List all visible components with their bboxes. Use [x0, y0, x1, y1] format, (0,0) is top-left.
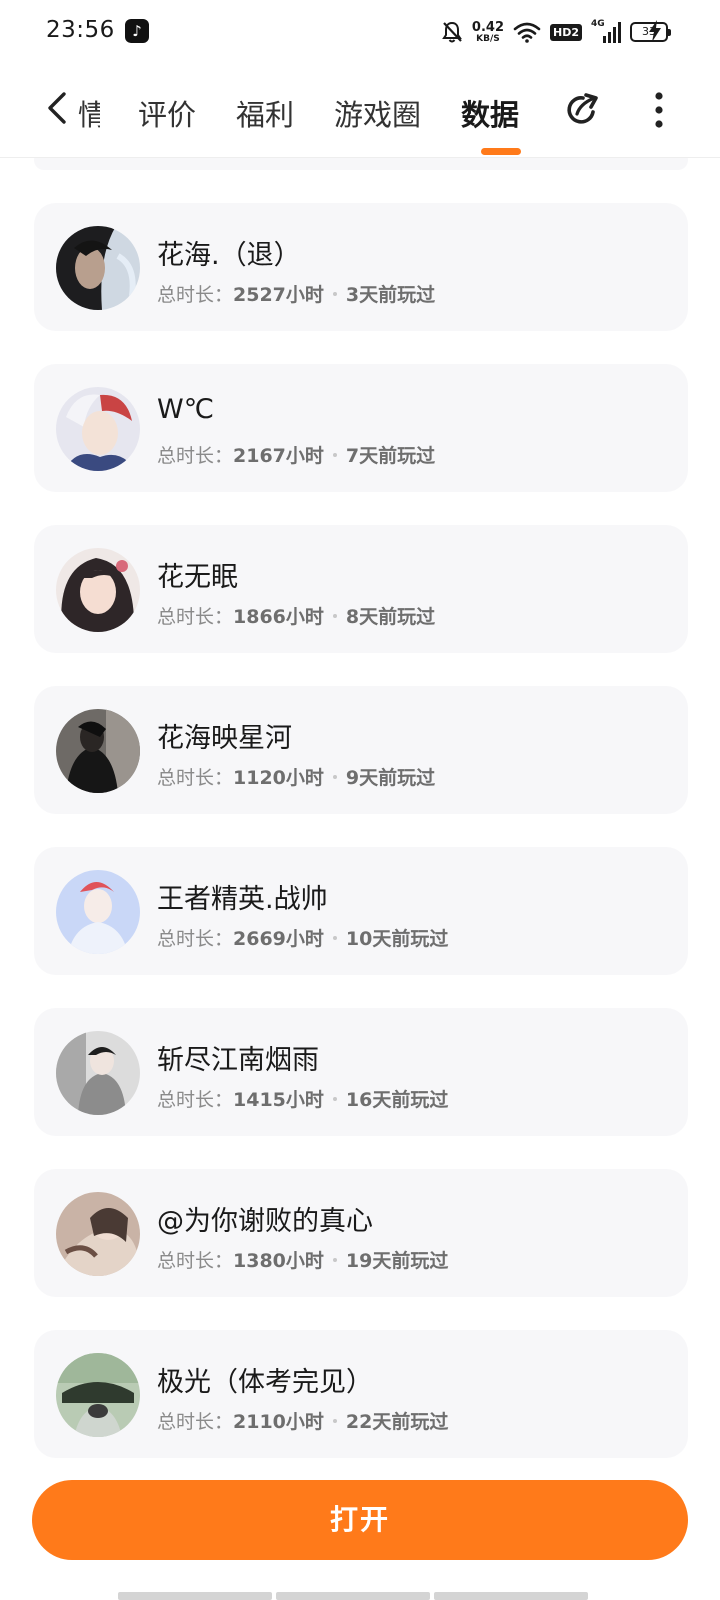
- player-name: 花海映星河: [157, 723, 292, 754]
- separator-dot: [332, 774, 337, 779]
- wifi-icon: [513, 22, 541, 43]
- network-speed-unit: KB/S: [476, 33, 500, 44]
- separator-dot: [332, 291, 337, 296]
- player-name: W℃: [157, 394, 215, 425]
- list-item[interactable]: W℃ 总时长： 2167小时 7天前玩过: [34, 364, 688, 492]
- play-hours: 1120小时: [233, 767, 324, 789]
- player-name: 极光（体考完见）: [157, 1367, 373, 1398]
- tab-data[interactable]: 数据: [461, 92, 519, 134]
- tab-game-circle[interactable]: 游戏圈: [334, 92, 421, 134]
- list-item[interactable]: 极光（体考完见） 总时长： 2110小时 22天前玩过: [34, 1330, 688, 1458]
- avatar: [56, 548, 140, 632]
- avatar: [56, 226, 140, 310]
- separator-dot: [332, 935, 337, 940]
- player-meta: 总时长： 1866小时 8天前玩过: [157, 602, 435, 629]
- open-game-button[interactable]: 打开: [32, 1480, 688, 1560]
- last-played: 10天前玩过: [345, 928, 449, 950]
- avatar: [56, 709, 140, 793]
- tab-reviews[interactable]: 评价: [138, 92, 196, 134]
- duration-label: 总时长：: [157, 1089, 234, 1111]
- list-item[interactable]: 花海映星河 总时长： 1120小时 9天前玩过: [34, 686, 688, 814]
- player-name: @为你谢败的真心: [157, 1206, 373, 1237]
- bell-off-icon: [442, 21, 462, 43]
- share-icon[interactable]: [563, 90, 603, 130]
- player-meta: 总时长： 1380小时 19天前玩过: [157, 1246, 448, 1273]
- play-hours: 2527小时: [233, 284, 324, 306]
- gesture-bar-segment: [434, 1592, 588, 1600]
- list-item[interactable]: 王者精英.战帅 总时长： 2669小时 10天前玩过: [34, 847, 688, 975]
- status-time: 23:56: [46, 17, 115, 43]
- player-meta: 总时长： 1120小时 9天前玩过: [157, 763, 435, 790]
- duration-label: 总时长：: [157, 767, 234, 789]
- network-type-label: 4G: [591, 19, 605, 29]
- tiktok-icon: ♪: [125, 19, 149, 43]
- play-hours: 2167小时: [233, 445, 324, 467]
- network-speed: 0.42 KB/S: [472, 21, 504, 44]
- duration-label: 总时长：: [157, 1250, 234, 1272]
- status-bar: 23:56 ♪ 0.42 KB/S HD2 4G 33: [0, 0, 720, 64]
- last-played: 9天前玩过: [345, 767, 436, 789]
- back-button[interactable]: [40, 86, 76, 130]
- duration-label: 总时长：: [157, 1411, 234, 1433]
- player-meta: 总时长： 2527小时 3天前玩过: [157, 280, 435, 307]
- list-item-partial: [34, 158, 688, 170]
- player-meta: 总时长： 2167小时 7天前玩过: [157, 441, 435, 468]
- tab-details[interactable]: 情: [78, 92, 100, 134]
- player-name: 王者精英.战帅: [157, 884, 328, 915]
- separator-dot: [332, 1418, 337, 1423]
- list-item[interactable]: 花无眠 总时长： 1866小时 8天前玩过: [34, 525, 688, 653]
- list-item[interactable]: 斩尽江南烟雨 总时长： 1415小时 16天前玩过: [34, 1008, 688, 1136]
- last-played: 8天前玩过: [345, 606, 436, 628]
- last-played: 19天前玩过: [345, 1250, 449, 1272]
- cellular-signal-icon: 4G: [591, 19, 621, 43]
- play-hours: 1866小时: [233, 606, 324, 628]
- player-name: 花无眠: [157, 562, 238, 593]
- separator-dot: [332, 613, 337, 618]
- gesture-bar-segment: [276, 1592, 430, 1600]
- avatar: [56, 1353, 140, 1437]
- top-navigation: 情 评价 福利 游戏圈 数据: [0, 64, 720, 158]
- gesture-bar-segment: [118, 1592, 272, 1600]
- avatar: [56, 1192, 140, 1276]
- player-meta: 总时长： 1415小时 16天前玩过: [157, 1085, 448, 1112]
- duration-label: 总时长：: [157, 445, 234, 467]
- list-item[interactable]: @为你谢败的真心 总时长： 1380小时 19天前玩过: [34, 1169, 688, 1297]
- last-played: 7天前玩过: [345, 445, 436, 467]
- separator-dot: [332, 1096, 337, 1101]
- hd-voice-badge: HD2: [550, 23, 582, 41]
- last-played: 22天前玩过: [345, 1411, 449, 1433]
- duration-label: 总时长：: [157, 284, 234, 306]
- player-meta: 总时长： 2669小时 10天前玩过: [157, 924, 448, 951]
- player-name: 斩尽江南烟雨: [157, 1045, 319, 1076]
- play-hours: 1380小时: [233, 1250, 324, 1272]
- avatar: [56, 387, 140, 471]
- player-list[interactable]: 花海.（退） 总时长： 2527小时 3天前玩过 W℃ 总时长： 2167小时 …: [0, 158, 720, 1478]
- play-hours: 2669小时: [233, 928, 324, 950]
- avatar: [56, 870, 140, 954]
- play-hours: 1415小时: [233, 1089, 324, 1111]
- play-hours: 2110小时: [233, 1411, 324, 1433]
- player-meta: 总时长： 2110小时 22天前玩过: [157, 1407, 448, 1434]
- status-icons: 0.42 KB/S HD2 4G 33: [441, 18, 671, 46]
- last-played: 3天前玩过: [345, 284, 436, 306]
- active-tab-indicator: [481, 148, 521, 155]
- more-vertical-icon[interactable]: [654, 92, 664, 128]
- network-speed-value: 0.42: [471, 19, 504, 35]
- list-item[interactable]: 花海.（退） 总时长： 2527小时 3天前玩过: [34, 203, 688, 331]
- separator-dot: [332, 452, 337, 457]
- player-name: 花海.（退）: [157, 240, 301, 271]
- last-played: 16天前玩过: [345, 1089, 449, 1111]
- avatar: [56, 1031, 140, 1115]
- tab-benefits[interactable]: 福利: [236, 92, 294, 134]
- charging-icon: [649, 20, 661, 42]
- duration-label: 总时长：: [157, 606, 234, 628]
- separator-dot: [332, 1257, 337, 1262]
- duration-label: 总时长：: [157, 928, 234, 950]
